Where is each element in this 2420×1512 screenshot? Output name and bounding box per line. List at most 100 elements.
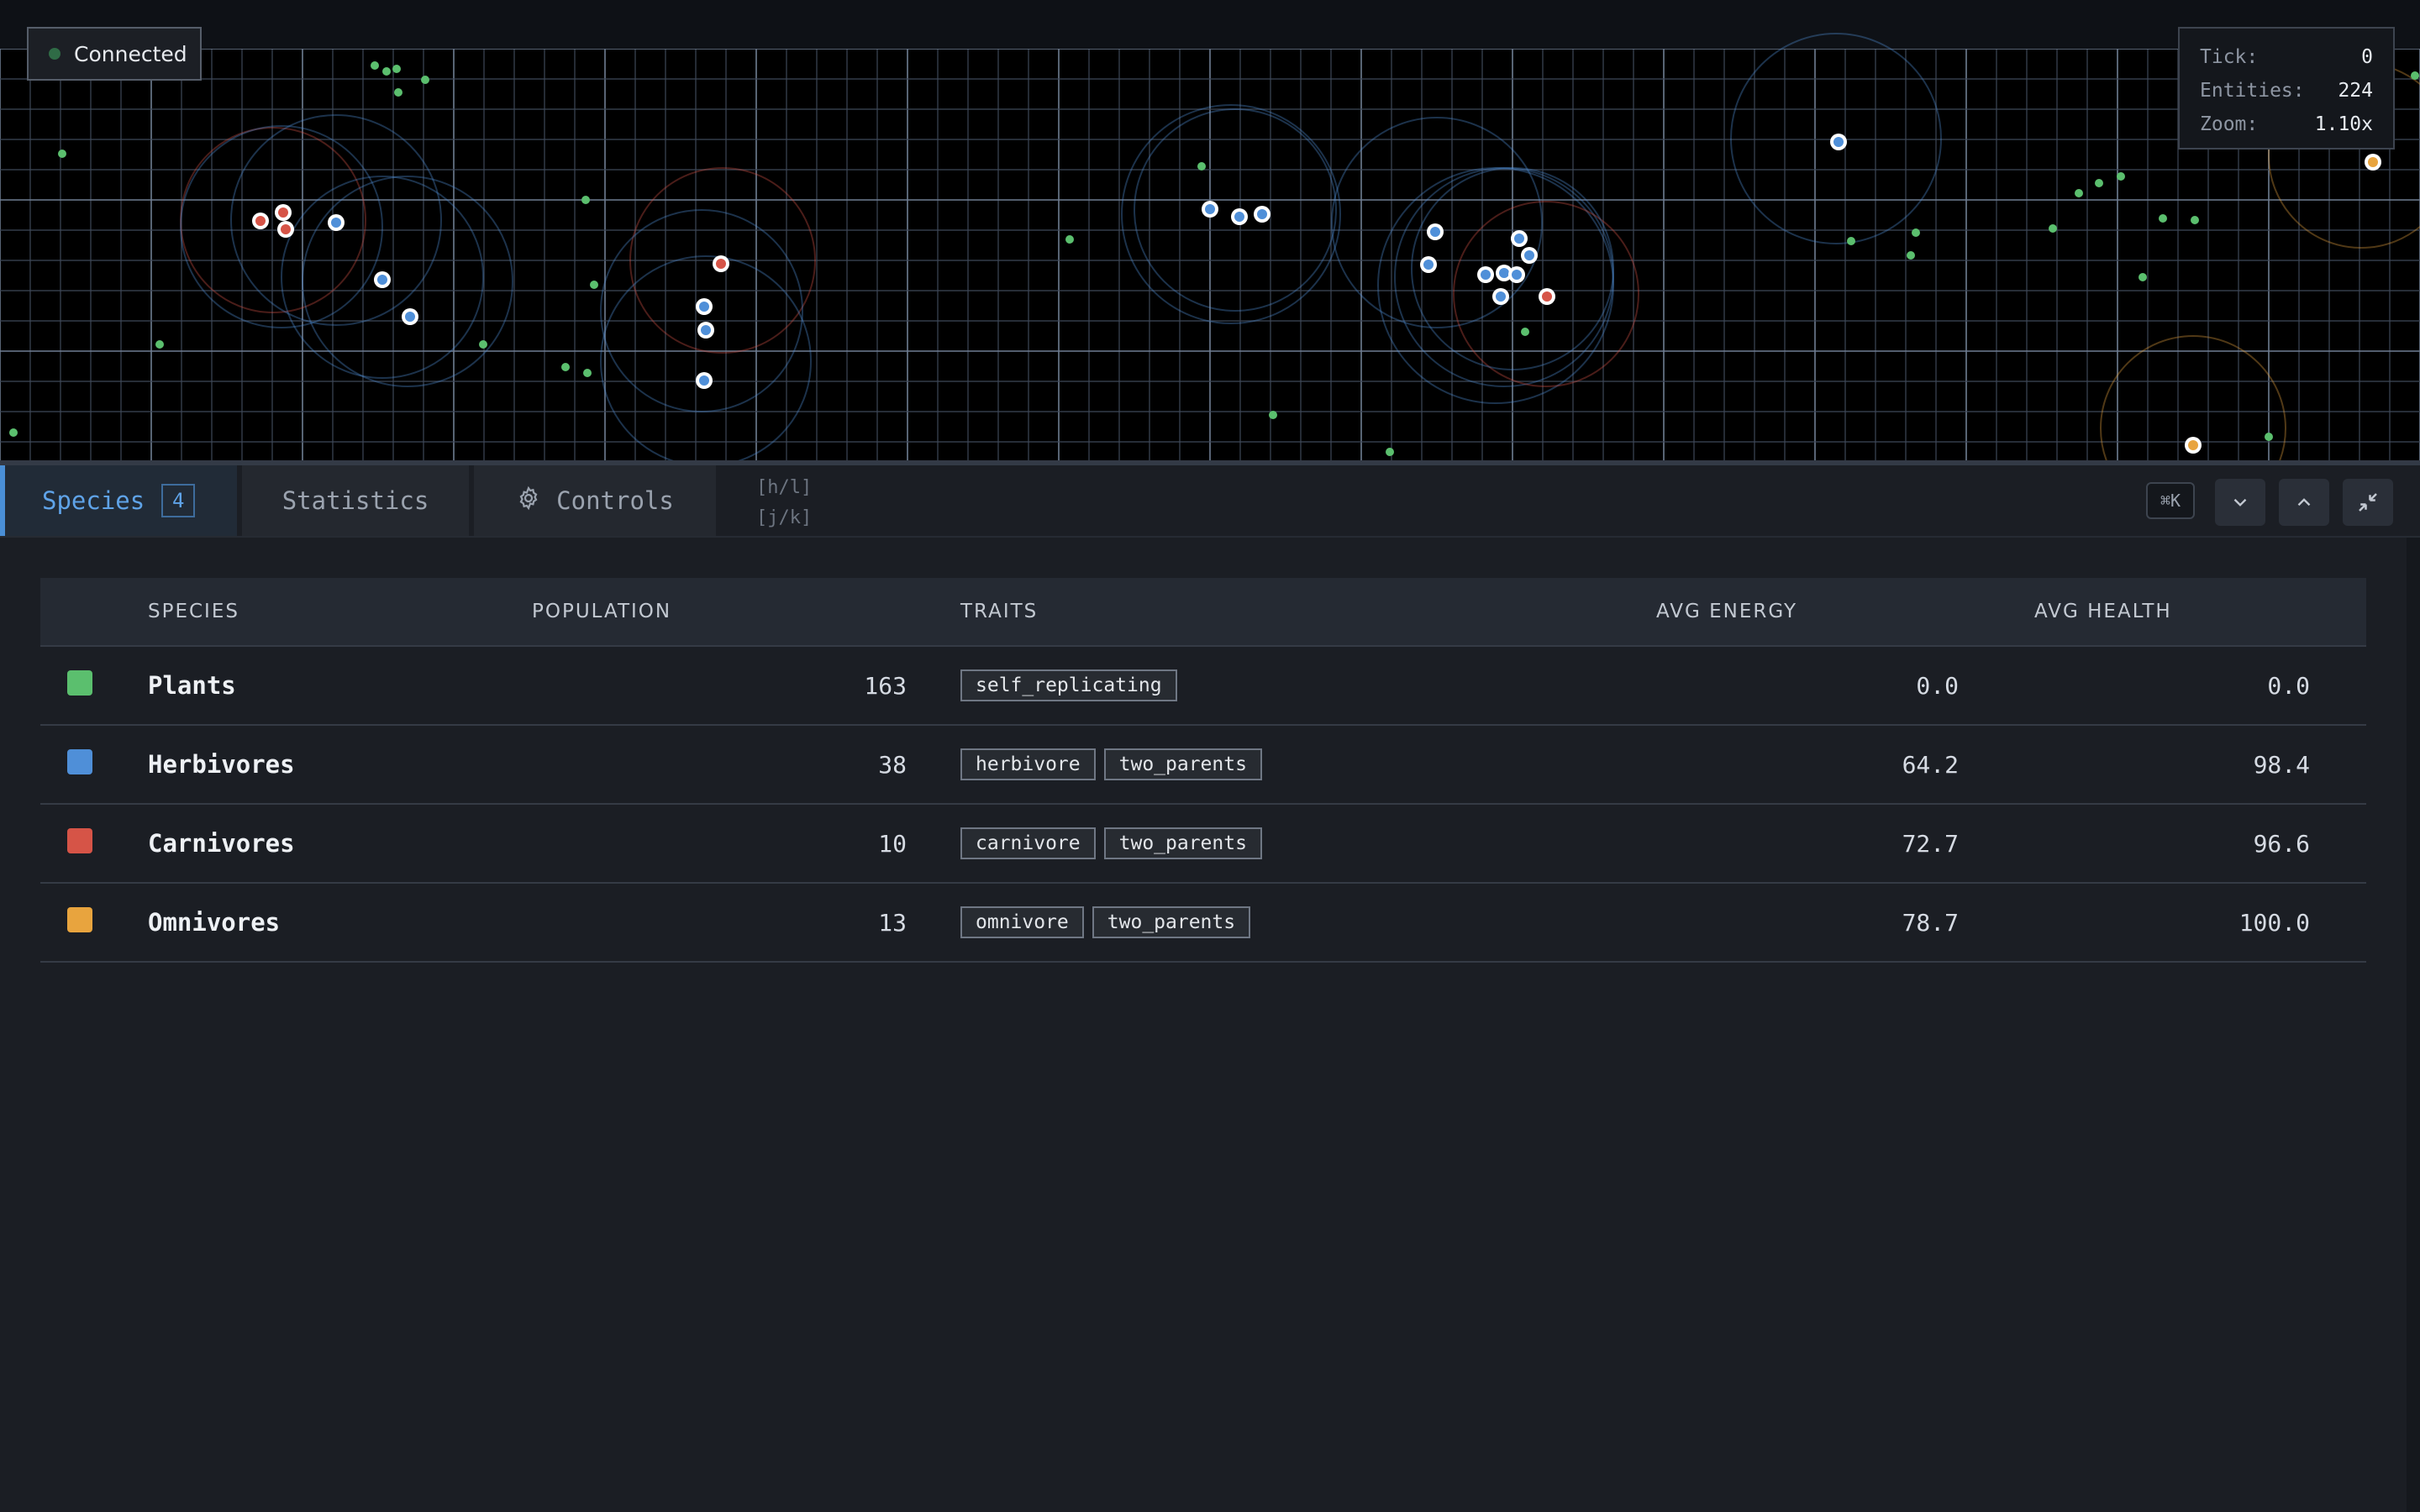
herbivore-entity[interactable] xyxy=(1511,230,1528,247)
plant-entity xyxy=(2117,172,2125,181)
panel-scrollbar[interactable] xyxy=(2407,538,2420,1512)
plant-entity xyxy=(371,61,379,70)
tab-controls-label: Controls xyxy=(556,486,674,515)
plant-entity xyxy=(1197,162,1206,171)
tab-controls[interactable]: Controls xyxy=(474,465,716,536)
species-color-swatch xyxy=(67,906,92,932)
species-count-badge: 4 xyxy=(161,484,196,517)
carnivore-entity[interactable] xyxy=(275,204,292,221)
omnivore-entity[interactable] xyxy=(2365,154,2381,171)
plant-entity xyxy=(2095,179,2103,187)
trait-tag: two_parents xyxy=(1103,827,1262,859)
plant-entity xyxy=(1386,448,1394,456)
simulation-viewport[interactable]: Connected Tick: 0 Entities: 224 Zoom: 1.… xyxy=(0,0,2420,460)
herbivore-entity[interactable] xyxy=(328,214,345,231)
plant-entity xyxy=(590,281,598,289)
traits-cell: self_replicating xyxy=(907,669,1623,701)
herbivore-entity[interactable] xyxy=(402,308,418,325)
connection-status: Connected xyxy=(27,27,202,81)
carnivore-entity[interactable] xyxy=(1539,288,1555,305)
world-canvas[interactable] xyxy=(0,0,2420,460)
table-row[interactable]: Carnivores 10 carnivore two_parents 72.7 96.6 xyxy=(40,805,2366,884)
plant-entity xyxy=(2411,71,2419,80)
species-color-swatch xyxy=(67,748,92,774)
herbivore-entity[interactable] xyxy=(1202,201,1218,218)
herbivore-entity[interactable] xyxy=(1521,247,1538,264)
carnivore-entity[interactable] xyxy=(277,221,294,238)
plant-entity xyxy=(1907,251,1915,260)
plant-entity xyxy=(1912,228,1920,237)
carnivore-entity[interactable] xyxy=(252,213,269,229)
header-species[interactable]: SPECIES xyxy=(148,601,532,622)
collapse-panel-button[interactable] xyxy=(2215,479,2265,526)
trait-tag: two_parents xyxy=(1103,748,1262,780)
table-row[interactable]: Omnivores 13 omnivore two_parents 78.7 100.0 xyxy=(40,884,2366,963)
table-row[interactable]: Plants 163 self_replicating 0.0 0.0 xyxy=(40,647,2366,726)
tab-nav-hint: [h/l] xyxy=(756,477,813,498)
carnivore-entity[interactable] xyxy=(713,255,729,272)
panel-tab-bar: Species 4 Statistics Controls [h/l] [j/k… xyxy=(0,460,2420,538)
tab-statistics-label: Statistics xyxy=(281,486,429,515)
species-name: Omnivores xyxy=(148,908,281,937)
tab-species[interactable]: Species 4 xyxy=(0,465,237,536)
herbivore-entity[interactable] xyxy=(1508,266,1525,283)
plant-entity xyxy=(1065,235,1074,244)
world-grid xyxy=(0,0,2420,460)
zoom-value: 1.10x xyxy=(2314,113,2373,135)
avg-energy-value: 0.0 xyxy=(1916,671,1959,700)
connection-label: Connected xyxy=(74,41,187,66)
zoom-row: Zoom: 1.10x xyxy=(2200,108,2373,141)
header-population[interactable]: POPULATION xyxy=(532,601,907,622)
minimize-panel-button[interactable] xyxy=(2343,479,2393,526)
herbivore-entity[interactable] xyxy=(1254,206,1270,223)
plant-entity xyxy=(394,88,402,97)
species-name: Carnivores xyxy=(148,829,295,858)
species-name: Herbivores xyxy=(148,750,295,779)
traits-cell: carnivore two_parents xyxy=(907,827,1623,859)
trait-tag: self_replicating xyxy=(960,669,1177,701)
population-value: 13 xyxy=(878,908,907,937)
entities-row: Entities: 224 xyxy=(2200,74,2373,108)
avg-health-value: 100.0 xyxy=(2238,908,2310,937)
herbivore-entity[interactable] xyxy=(1420,256,1437,273)
tab-species-label: Species xyxy=(42,486,145,515)
header-avg-health[interactable]: AVG HEALTH xyxy=(1959,601,2337,622)
plant-entity xyxy=(2139,273,2147,281)
zoom-label: Zoom: xyxy=(2200,113,2259,135)
plant-entity xyxy=(2191,216,2199,224)
chevron-up-icon xyxy=(2297,498,2311,507)
command-palette-shortcut[interactable]: ⌘K xyxy=(2146,482,2195,519)
plant-entity xyxy=(2159,214,2167,223)
header-traits[interactable]: TRAITS xyxy=(907,601,1623,622)
traits-cell: omnivore two_parents xyxy=(907,906,1623,938)
header-avg-energy[interactable]: AVG ENERGY xyxy=(1623,601,1959,622)
expand-panel-button[interactable] xyxy=(2279,479,2329,526)
plant-entity xyxy=(392,65,401,73)
population-value: 38 xyxy=(878,750,907,779)
tab-statistics[interactable]: Statistics xyxy=(242,465,469,536)
tick-row: Tick: 0 xyxy=(2200,40,2373,74)
species-color-swatch xyxy=(67,669,92,696)
population-value: 10 xyxy=(878,829,907,858)
plant-entity xyxy=(479,340,487,349)
plant-entity xyxy=(58,150,66,158)
omnivore-entity[interactable] xyxy=(2185,437,2202,454)
herbivore-entity[interactable] xyxy=(696,298,713,315)
plant-entity xyxy=(9,428,18,437)
population-value: 163 xyxy=(864,671,907,700)
trait-tag: omnivore xyxy=(960,906,1084,938)
plant-entity xyxy=(1521,328,1529,336)
gear-icon xyxy=(516,486,541,517)
table-row[interactable]: Herbivores 38 herbivore two_parents 64.2 98.4 xyxy=(40,726,2366,805)
entities-label: Entities: xyxy=(2200,80,2305,102)
herbivore-entity[interactable] xyxy=(1427,223,1444,240)
herbivore-entity[interactable] xyxy=(696,372,713,389)
herbivore-entity[interactable] xyxy=(374,271,391,288)
herbivore-entity[interactable] xyxy=(697,322,714,339)
herbivore-entity[interactable] xyxy=(1492,288,1509,305)
herbivore-entity[interactable] xyxy=(1231,208,1248,225)
plant-entity xyxy=(2075,189,2083,197)
plant-entity xyxy=(561,363,570,371)
herbivore-entity[interactable] xyxy=(1830,134,1847,150)
herbivore-entity[interactable] xyxy=(1477,266,1494,283)
